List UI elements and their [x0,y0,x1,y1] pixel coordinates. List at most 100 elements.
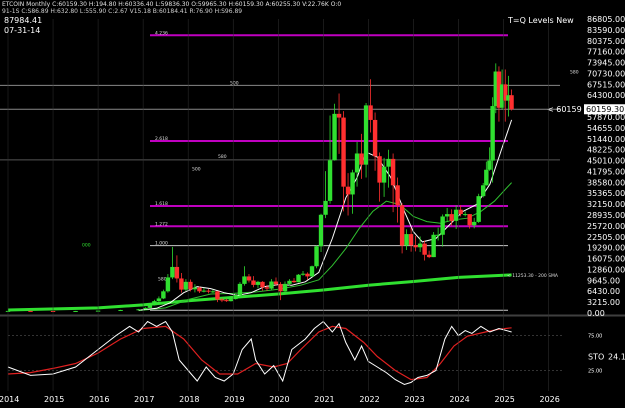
candle-body [381,166,387,183]
candle-body [309,266,315,277]
candle-body [192,287,198,290]
year-tick-label: 2015 [44,395,64,404]
stoch-label: STO [588,353,604,362]
candle-body [278,284,283,292]
year-tick-label: 2026 [539,395,559,404]
candle-body [327,160,333,201]
year-tick-label: 2018 [179,395,199,404]
header-quote-line: ETCOIN Monthly C:60159.30 H:194.80 H:603… [2,1,342,8]
candle-body [215,291,220,300]
candle-body [161,291,166,299]
level-label: 580 [570,69,579,75]
level-label: 000 [82,243,91,249]
candle-body [359,153,364,165]
candle-body [490,106,495,161]
candle-body [345,186,351,195]
candle-body [336,113,342,118]
candle-body [341,117,346,187]
candle-body [390,158,396,186]
candle-body [287,280,292,284]
year-tick-label: 2017 [134,395,154,404]
price-tick-label: 32150.00 [587,200,625,209]
candle-body [467,214,472,226]
level-label: 1.000 [155,241,168,247]
year-tick-label: 2023 [404,395,424,404]
stoch-level-label: 75.00 [588,334,602,340]
candle-body [305,273,310,277]
candle-body [206,290,211,292]
candle-body [273,281,279,285]
candle-body [291,280,297,283]
candle-body [318,214,324,247]
price-tick-label: 9645.00 [587,276,620,285]
candle-body [350,172,355,195]
price-tick-label: 83590.00 [587,26,625,35]
price-tick-label: 19290.00 [587,244,625,253]
candle-body [458,209,463,215]
level-label: 1.618 [155,201,168,207]
price-tick-label: 6430.00 [587,287,620,296]
year-tick-label: 2014 [0,395,19,404]
candle-body [228,299,234,302]
price-tick-label: 16075.00 [587,255,625,264]
candle-body [323,200,328,215]
price-tick-label: 28935.00 [587,211,625,220]
candle-body [197,287,202,292]
candle-body [404,234,409,246]
stoch-level-label: 25.00 [588,369,602,375]
candle-body [152,301,157,306]
candle-body [264,287,270,289]
candle-body [224,300,229,302]
date-box: 07-31-14 [4,26,41,35]
price-tick-label: 41795.00 [587,167,625,176]
candle-body [368,105,373,120]
candle-body [453,209,459,221]
candle-body [183,281,189,290]
price-tick-label: 54655.00 [587,124,625,133]
candle-body [28,310,33,312]
candle-body [219,299,225,301]
candle-body [143,307,148,310]
candle-body [509,95,514,110]
candle-body [156,298,162,302]
candle-body [377,156,382,183]
level-label: 580 [158,276,167,282]
candle-body [296,274,301,283]
candle-body [386,158,391,167]
candle-body [282,283,288,292]
candle-body [417,243,423,248]
price-tick-label: 45010.00 [587,157,625,166]
price-tick-label: 64300.00 [587,91,625,100]
stoch-value: 24.1 [608,353,625,362]
price-tick-label: 67515.00 [587,80,625,89]
candle-body [118,309,123,311]
level-label: 500 [230,80,239,86]
price-tick-label: 3215.00 [587,298,620,307]
year-tick-label: 2025 [494,395,514,404]
candle-body [136,309,141,311]
price-tick-label: 38580.00 [587,178,625,187]
level-label: 500 [192,166,201,172]
price-tick-label: 86805.00 [587,15,625,24]
price-tick-label: 25720.00 [587,222,625,231]
candle-body [440,216,445,235]
candle-body [422,243,427,255]
sma-200-label: < 11253.30 - 200 SMA [507,273,559,279]
candle-body [147,305,153,308]
header-study-line: 91-1S C:S86.89 H:632.80 L:555.90 C:2.67 … [2,8,243,15]
candle-body [372,119,378,157]
candle-body [269,281,274,289]
candle-body [476,196,481,222]
chart-canvas: 4.236 500 2.618 580 500 1.618 1.272 1.000 000 580… [0,0,625,408]
candle-body [487,160,492,170]
candle-body [242,276,247,284]
price-tick-label: 73945.00 [587,59,625,68]
candle-body [174,266,180,279]
year-tick-label: 2024 [449,395,469,404]
level-label: 580 [218,154,227,160]
price-tick-label: 57870.00 [587,113,625,122]
chart-background [0,0,625,408]
candle-body [237,283,243,296]
year-tick-label: 2022 [359,395,379,404]
candle-body [471,221,477,226]
